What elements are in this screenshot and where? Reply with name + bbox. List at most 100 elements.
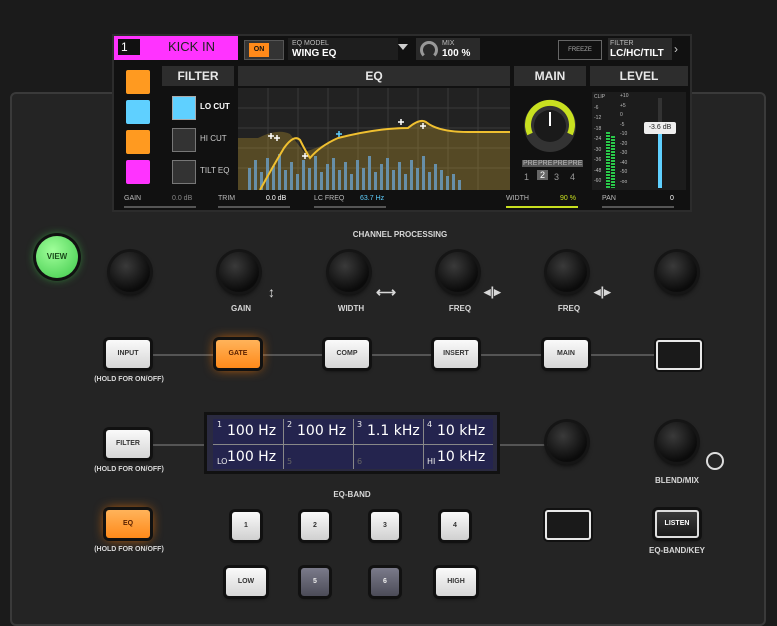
main-section-header[interactable]: MAIN [514, 66, 586, 86]
width-param-value[interactable]: 90 % [560, 195, 576, 202]
filter-button[interactable]: FILTER [106, 430, 150, 458]
mix-caption: MIX [442, 40, 455, 47]
encoder-knob-7[interactable] [547, 422, 587, 462]
mix-control[interactable]: MIX 100 % [416, 38, 480, 60]
width-param-label: WIDTH [506, 195, 529, 202]
freq-shift-icon: ◂|▸ [484, 284, 501, 299]
band-high-button[interactable]: HIGH [436, 568, 476, 596]
meter-bar-right [611, 136, 615, 188]
tilt-eq-icon[interactable] [172, 160, 196, 184]
filter-tile-highcut[interactable] [126, 130, 150, 154]
lcd-band-hi: HI 10 kHz [427, 449, 486, 466]
gain-param-value[interactable]: 0.0 dB [172, 195, 192, 202]
width-slider[interactable] [506, 206, 578, 208]
eq-graph[interactable] [238, 88, 510, 190]
insert-button[interactable]: INSERT [434, 340, 478, 368]
band-1-button[interactable]: 1 [232, 512, 260, 540]
eq-band-label: EQ-BAND [333, 490, 371, 499]
eq-model-value: WING EQ [292, 48, 337, 59]
channel-screen: 1 KICK IN ON EQ MODEL WING EQ MIX 100 % … [112, 34, 692, 212]
horizontal-arrows-icon: ⟷ [376, 284, 397, 300]
trim-slider[interactable] [218, 206, 290, 208]
encoder-knob-3[interactable] [329, 252, 369, 292]
main-bus-selector: PRE PRE PRE PRE 1 2 3 4 [520, 160, 584, 186]
hi-cut-label: HI CUT [200, 134, 227, 143]
encoder-knob-4[interactable] [438, 252, 478, 292]
encoder-knob-2[interactable] [219, 252, 259, 292]
blend-mix-knob[interactable] [657, 422, 697, 462]
filter-tile-bandpass[interactable] [126, 100, 150, 124]
pan-slider[interactable] [602, 206, 674, 208]
blank-button-1[interactable] [656, 340, 702, 370]
band-low-button[interactable]: LOW [226, 568, 266, 596]
band-4-button[interactable]: 4 [441, 512, 469, 540]
main-bus-1[interactable]: 1 [524, 172, 529, 182]
gain-slider[interactable] [124, 206, 196, 208]
eq-on-button[interactable]: ON [244, 40, 284, 60]
pre-label: PRE [522, 160, 539, 167]
parameter-strip: GAIN 0.0 dB TRIM 0.0 dB LC FREQ 63.7 Hz … [114, 192, 690, 212]
vertical-arrows-icon: ↕ [268, 284, 275, 300]
level-meter: CLIP -6 -12 -18 -24 -30 -36 -48 -60 +10 +5 0 -5-… [592, 92, 686, 190]
channel-name: KICK IN [168, 39, 215, 54]
pan-param-value[interactable]: 0 [670, 195, 674, 202]
filter-type-selector[interactable]: FILTER LC/HC/TILT [608, 38, 672, 60]
eq-band-key-label: EQ-BAND/KEY [648, 546, 705, 555]
encoder-knob-6[interactable] [657, 252, 697, 292]
gate-button[interactable]: GATE [216, 340, 260, 368]
main-bus-4[interactable]: 4 [570, 172, 575, 182]
channel-name-bar[interactable]: 1 KICK IN [114, 36, 238, 60]
filter-tile-tilt[interactable] [126, 160, 150, 184]
input-button[interactable]: INPUT [106, 340, 150, 368]
lo-cut-label: LO CUT [200, 102, 230, 111]
dial-icon [706, 452, 724, 470]
main-bus-2[interactable]: 2 [537, 170, 549, 180]
gain-param-label: GAIN [124, 195, 142, 202]
eq-section-header[interactable]: EQ [238, 66, 510, 86]
channel-number: 1 [118, 39, 140, 55]
comp-button[interactable]: COMP [325, 340, 369, 368]
band-lcd: 1 100 Hz 2 100 Hz 3 1.1 kHz 4 10 kHz LO 100 H… [204, 412, 500, 474]
tilt-eq-label: TILT EQ [200, 166, 230, 175]
view-button[interactable]: VIEW [36, 236, 78, 278]
encoder-knob-1[interactable] [110, 252, 150, 292]
lcfreq-param-label: LC FREQ [314, 195, 345, 202]
hold-label: (HOLD FOR ON/OFF) [94, 376, 164, 383]
meter-scale-right: +10 +5 0 -5 -10 -20 -30 -40 -50 -oo [620, 93, 629, 185]
filter-tile-lowcut[interactable] [126, 70, 150, 94]
trim-param-label: TRIM [218, 195, 236, 202]
hold-label: (HOLD FOR ON/OFF) [94, 546, 164, 553]
freeze-button[interactable]: FREEZE [558, 40, 602, 60]
lcd-band-5: 5 [287, 457, 293, 466]
chevron-down-icon[interactable] [398, 44, 408, 50]
knob-label-width: WIDTH [337, 304, 365, 313]
main-width-dial[interactable] [518, 94, 582, 158]
eq-button[interactable]: EQ [106, 510, 150, 538]
pre-label: PRE [552, 160, 569, 167]
band-2-button[interactable]: 2 [301, 512, 329, 540]
eq-model-caption: EQ MODEL [292, 40, 329, 47]
main-bus-3[interactable]: 3 [554, 172, 559, 182]
lcfreq-slider[interactable] [314, 206, 386, 208]
knob-label-freq-2: FREQ [557, 304, 581, 313]
hi-cut-icon[interactable] [172, 128, 196, 152]
trim-param-value[interactable]: 0.0 dB [266, 195, 286, 202]
blank-button-2[interactable] [545, 510, 591, 540]
band-6-button[interactable]: 6 [371, 568, 399, 596]
band-3-button[interactable]: 3 [371, 512, 399, 540]
band-5-button[interactable]: 5 [301, 568, 329, 596]
lo-cut-icon[interactable] [172, 96, 196, 120]
chevron-right-icon[interactable]: › [674, 42, 678, 56]
lcfreq-param-value[interactable]: 63.7 Hz [360, 195, 384, 202]
encoder-knob-5[interactable] [547, 252, 587, 292]
pan-param-label: PAN [602, 195, 616, 202]
knob-label-gain: GAIN [231, 304, 251, 313]
listen-button[interactable]: LISTEN [655, 510, 699, 538]
lcd-band-1: 1 100 Hz [217, 420, 277, 439]
level-section-header[interactable]: LEVEL [590, 66, 688, 86]
eq-model-selector[interactable]: EQ MODEL WING EQ [288, 38, 398, 60]
main-button[interactable]: MAIN [544, 340, 588, 368]
fader-value[interactable]: -3.6 dB [644, 122, 676, 134]
filter-section-header[interactable]: FILTER [162, 66, 234, 86]
mix-dial-icon [420, 41, 438, 59]
